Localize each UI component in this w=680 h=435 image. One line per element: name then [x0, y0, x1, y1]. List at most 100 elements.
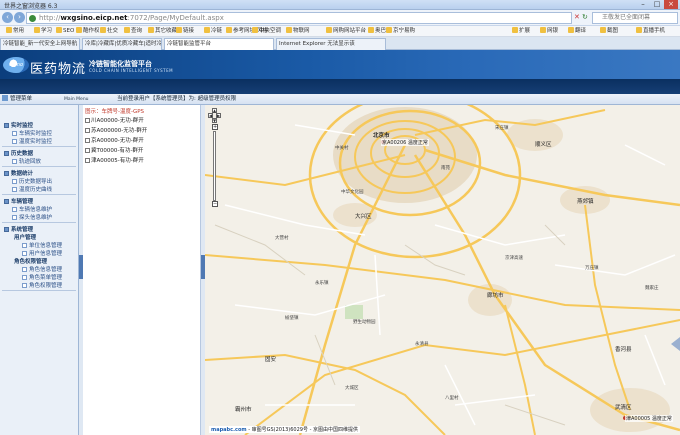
- vehicle-status-label[interactable]: 京A00206 温度正常: [381, 139, 429, 146]
- zoom-slider[interactable]: [213, 131, 216, 201]
- folder-icon: [204, 27, 210, 33]
- favorite-item[interactable]: 翻译: [568, 27, 586, 36]
- folder-icon: [226, 27, 232, 33]
- folder-icon: [326, 27, 332, 33]
- vehicle-item[interactable]: 冀T00000-有功-群开: [85, 146, 143, 154]
- folder-icon: [176, 27, 182, 33]
- vehicle-checkbox[interactable]: [85, 128, 90, 133]
- sidebar-section-header[interactable]: 数据统计: [4, 169, 33, 177]
- sidebar-item[interactable]: 车辆信息维护: [12, 205, 52, 213]
- favorite-item[interactable]: 物联网: [286, 27, 310, 36]
- place-label: 顺义区: [535, 142, 552, 148]
- favorite-item[interactable]: 其它收藏: [148, 27, 177, 36]
- favorite-item[interactable]: 京宁易购: [386, 27, 415, 36]
- zoom-control[interactable]: ▲ ◀ ▶ ▼ + −: [208, 108, 222, 208]
- map-view[interactable]: 北京市 京A00206 温度正常 中关村 宋庄镇 顺义区 中华文化园 大兴区 大营村 燕郊镇 廊坊…: [205, 105, 680, 435]
- favorite-item[interactable]: SEO: [56, 27, 74, 36]
- favorite-item[interactable]: 奥巴: [368, 27, 386, 36]
- favorite-item[interactable]: 冷链: [204, 27, 222, 36]
- favorite-label: 京宁易购: [393, 28, 416, 34]
- vehicle-item[interactable]: 津A00005-有功-群开: [85, 156, 144, 164]
- app-name: 医药物流: [30, 62, 87, 77]
- stop-icon[interactable]: ✕: [574, 13, 580, 21]
- sidebar-section-header[interactable]: 历史数据: [4, 149, 33, 157]
- page-icon: [12, 159, 17, 164]
- search-input[interactable]: 王敬发已全面闭幕: [592, 12, 678, 24]
- vehicle-item[interactable]: 川A00000-无功-群开: [85, 116, 144, 124]
- close-icon[interactable]: ×: [664, 0, 678, 9]
- sidebar-item[interactable]: 车辆实时监控: [12, 129, 52, 137]
- sidebar-item[interactable]: 温度实时监控: [12, 137, 52, 145]
- url-input[interactable]: http://wxgsino.eicp.net:7072/Page/MyDefa…: [26, 12, 572, 24]
- zoom-in-icon[interactable]: +: [212, 124, 218, 130]
- folder-icon: [4, 171, 9, 176]
- browser-title-bar: 世界之窗浏览器 6.3 – □ ×: [0, 0, 680, 10]
- menu-title-label: 管理菜单: [10, 96, 33, 102]
- sidebar-item[interactable]: 轨迹回放: [12, 157, 41, 165]
- sidebar-section-header[interactable]: 实时监控: [4, 121, 33, 129]
- sidebar-section-header[interactable]: 系统管理: [4, 225, 33, 233]
- favorite-item[interactable]: 社交: [100, 27, 118, 36]
- sidebar-item[interactable]: 温度历史曲线: [12, 185, 52, 193]
- browser-title: 世界之窗浏览器 6.3: [4, 3, 58, 10]
- browser-tab[interactable]: 冷库|冷藏库|优质冷藏车|适时冷: [82, 38, 162, 50]
- section-divider: [2, 222, 76, 223]
- map-canvas[interactable]: [205, 105, 680, 435]
- menu-label: 温度实时监控: [19, 139, 53, 145]
- pan-down-icon[interactable]: ▼: [212, 118, 217, 123]
- favorite-item[interactable]: 链接: [176, 27, 194, 36]
- sidebar-item[interactable]: 角色菜单管理: [22, 273, 62, 281]
- browser-tab[interactable]: 冷链智能监管平台: [164, 38, 274, 50]
- favorite-item[interactable]: 网银: [540, 27, 558, 36]
- favorite-label: 翻译: [575, 28, 587, 34]
- sidebar-item[interactable]: 角色信息管理: [22, 265, 62, 273]
- favorite-item[interactable]: 常用: [6, 27, 24, 36]
- sidebar-item[interactable]: 单位信息管理: [22, 241, 62, 249]
- section-divider: [2, 290, 76, 291]
- favorite-item[interactable]: 查询: [124, 27, 142, 36]
- sidebar-group-header[interactable]: 角色权限管理: [14, 257, 47, 265]
- sidebar-item[interactable]: 用户信息管理: [22, 249, 62, 257]
- favorite-item[interactable]: 直播手机: [636, 27, 665, 36]
- browser-tab[interactable]: Internet Explorer 无法显示该: [276, 38, 386, 50]
- favorite-item[interactable]: 学习: [34, 27, 52, 36]
- gsino-logo: Gsino: [3, 57, 29, 73]
- tab-bar: 冷链智能_新一代安全上网导航 冷库|冷藏库|优质冷藏车|适时冷 冷链智能监管平台 In…: [0, 37, 680, 50]
- sidebar-item[interactable]: 角色权限管理: [22, 281, 62, 289]
- sidebar-section-header[interactable]: 车辆管理: [4, 197, 33, 205]
- place-label: 固安: [265, 357, 277, 363]
- section-divider: [2, 146, 76, 147]
- map-copyright-text: - 审图号GS(2013)6029号 - 京图由中国四维提供: [248, 427, 358, 433]
- vehicle-checkbox[interactable]: [85, 118, 90, 123]
- vehicle-checkbox[interactable]: [85, 138, 90, 143]
- place-label: 野生动物园: [353, 320, 376, 325]
- sidebar-item[interactable]: 探头信息维护: [12, 213, 52, 221]
- zoom-out-icon[interactable]: −: [212, 201, 218, 207]
- forward-icon[interactable]: ›: [14, 12, 25, 23]
- wildlife-park: [345, 305, 363, 319]
- vehicle-status-label[interactable]: 津A00005 温度正常: [625, 415, 673, 422]
- folder-icon: [636, 27, 642, 33]
- favorite-item[interactable]: 酷作权: [76, 27, 100, 36]
- favorite-label: 冷链: [211, 28, 223, 34]
- back-icon[interactable]: ‹: [2, 12, 13, 23]
- favorite-item[interactable]: 扩展: [512, 27, 530, 36]
- vehicle-item[interactable]: 苏A000000-无功-群开: [85, 126, 147, 134]
- sidebar-group-header[interactable]: 用户管理: [14, 233, 36, 241]
- vehicle-item[interactable]: 京A00000-无功-群开: [85, 136, 144, 144]
- page-icon: [12, 131, 17, 136]
- map-expand-arrow-icon[interactable]: [671, 337, 680, 351]
- sidebar-item[interactable]: 历史数据导出: [12, 177, 52, 185]
- refresh-icon[interactable]: ↻: [582, 13, 588, 21]
- browser-tab[interactable]: 冷链智能_新一代安全上网导航: [0, 38, 80, 50]
- header-band: [0, 79, 680, 94]
- place-label: 霸州市: [235, 407, 252, 413]
- folder-icon: [286, 27, 292, 33]
- favorite-item[interactable]: 截图: [600, 27, 618, 36]
- favorite-item[interactable]: 中央空调: [252, 27, 281, 36]
- maximize-icon[interactable]: □: [650, 0, 664, 9]
- vehicle-checkbox[interactable]: [85, 158, 90, 163]
- favorite-item[interactable]: 网购网站平台: [326, 27, 366, 36]
- vehicle-checkbox[interactable]: [85, 148, 90, 153]
- minimize-icon[interactable]: –: [636, 0, 650, 9]
